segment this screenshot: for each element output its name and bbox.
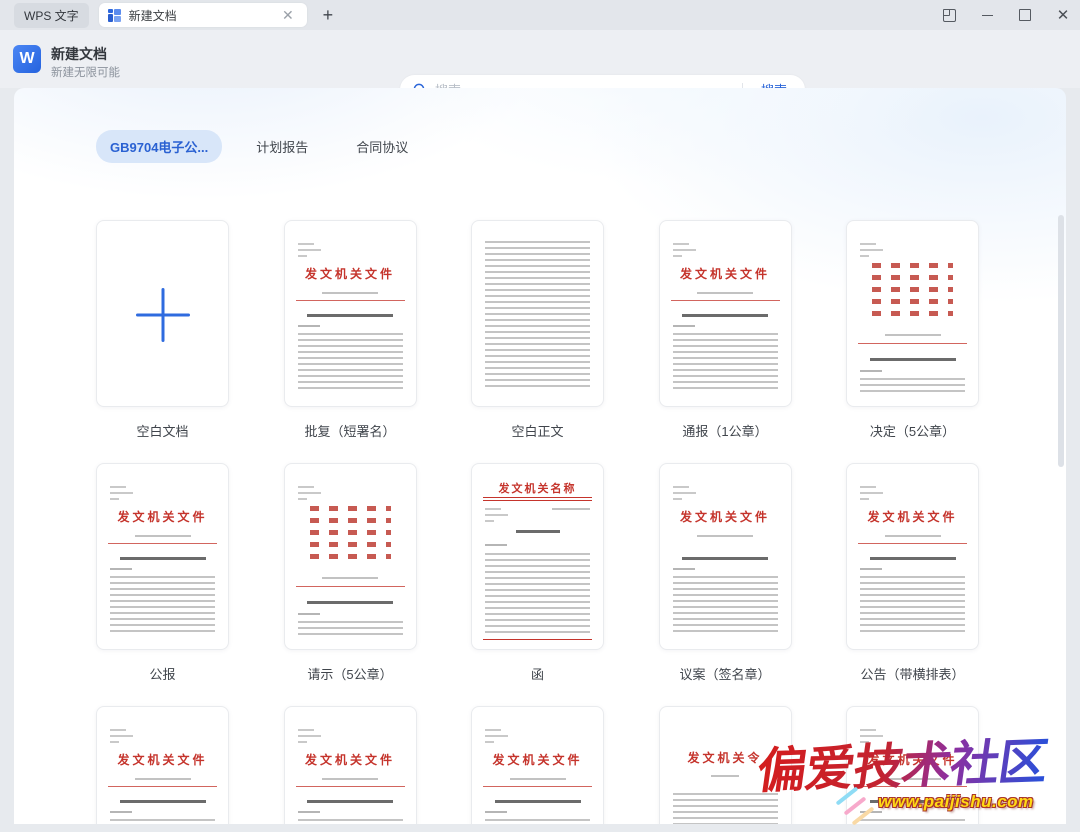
doc-thumbnail: 发文机关文件	[472, 707, 603, 824]
template-label: 空白文档	[96, 421, 229, 440]
tab-layout-icon[interactable]	[942, 8, 956, 22]
template-card[interactable]: 发文机关文件	[471, 706, 604, 824]
template-label: 通报（1公章）	[659, 421, 792, 440]
tab-bar: WPS 文字 新建文档 ✕ + ✕	[0, 0, 1080, 30]
doc-thumbnail: 发文机关文件	[97, 707, 228, 824]
page-title: 新建文档	[51, 44, 107, 64]
template-label: 议案（签名章）	[659, 664, 792, 683]
plus-icon	[136, 288, 190, 342]
template-tongbao[interactable]: 发文机关文件 通报（1公章）	[659, 220, 792, 440]
tab-close-icon[interactable]: ✕	[278, 6, 298, 24]
page-subtitle: 新建无限可能	[51, 64, 120, 80]
close-icon[interactable]: ✕	[1056, 8, 1070, 22]
filter-chip-plan-report[interactable]: 计划报告	[242, 130, 322, 163]
new-tab-button[interactable]: +	[319, 6, 338, 24]
template-row: 空白文档 发文机关文件 批复（短署名） 空白正文 发文机关文件	[96, 220, 979, 440]
template-han[interactable]: 发文机关名称 函	[471, 463, 604, 683]
doc-thumbnail	[847, 221, 978, 406]
template-card[interactable]: 发文机关文件	[284, 706, 417, 824]
maximize-icon[interactable]	[1018, 8, 1032, 22]
minimize-icon[interactable]	[980, 8, 994, 22]
template-label: 公报	[96, 664, 229, 683]
doc-thumbnail: 发文机关文件	[660, 221, 791, 406]
app-menu-button[interactable]: WPS 文字	[14, 3, 89, 28]
doc-thumbnail: 发文机关文件	[847, 707, 978, 824]
wps-writer-logo: W	[13, 45, 41, 73]
template-gongbao[interactable]: 发文机关文件 公报	[96, 463, 229, 683]
template-label: 公告（带横排表）	[846, 664, 979, 683]
tab-new-document[interactable]: 新建文档 ✕	[99, 3, 307, 27]
scrollbar-thumb[interactable]	[1058, 215, 1064, 467]
wps-grid-icon	[108, 9, 121, 22]
tab-title: 新建文档	[129, 7, 278, 24]
template-label: 决定（5公章）	[846, 421, 979, 440]
doc-thumbnail	[472, 221, 603, 406]
template-yian[interactable]: 发文机关文件 议案（签名章）	[659, 463, 792, 683]
doc-thumbnail: 发文机关文件	[285, 221, 416, 406]
template-label: 批复（短署名）	[284, 421, 417, 440]
doc-thumbnail: 发文机关文件	[847, 464, 978, 649]
template-jueding[interactable]: 决定（5公章）	[846, 220, 979, 440]
filter-chip-gb9704[interactable]: GB9704电子公...	[96, 130, 222, 163]
template-pifu[interactable]: 发文机关文件 批复（短署名）	[284, 220, 417, 440]
doc-thumbnail: 发文机关令	[660, 707, 791, 824]
template-label: 请示（5公章）	[284, 664, 417, 683]
filter-chips: GB9704电子公... 计划报告 合同协议	[96, 130, 422, 163]
template-row: 发文机关文件 公报 请示（5公章） 发文机关名称	[96, 463, 979, 683]
doc-thumbnail: 发文机关名称	[472, 464, 603, 649]
doc-thumbnail: 发文机关文件	[285, 707, 416, 824]
template-blank-doc[interactable]: 空白文档	[96, 220, 229, 440]
template-card[interactable]: 发文机关令	[659, 706, 792, 824]
template-gonggao[interactable]: 发文机关文件 公告（带横排表）	[846, 463, 979, 683]
template-blank-body[interactable]: 空白正文	[471, 220, 604, 440]
template-label: 函	[471, 664, 604, 683]
template-card[interactable]: 发文机关文件	[96, 706, 229, 824]
template-panel: GB9704电子公... 计划报告 合同协议 空白文档 发文机关文件 批复（短署…	[14, 88, 1066, 824]
template-label: 空白正文	[471, 421, 604, 440]
doc-thumbnail: 发文机关文件	[97, 464, 228, 649]
template-qingshi[interactable]: 请示（5公章）	[284, 463, 417, 683]
doc-thumbnail	[285, 464, 416, 649]
header: W 新建文档 新建无限可能 搜索 搜索	[0, 30, 1080, 88]
filter-chip-contract[interactable]: 合同协议	[342, 130, 422, 163]
template-row: 发文机关文件 发文机关文件 发文机关文件	[96, 706, 979, 824]
doc-thumbnail: 发文机关文件	[660, 464, 791, 649]
template-card[interactable]: 发文机关文件	[846, 706, 979, 824]
window-controls: ✕	[942, 0, 1070, 30]
